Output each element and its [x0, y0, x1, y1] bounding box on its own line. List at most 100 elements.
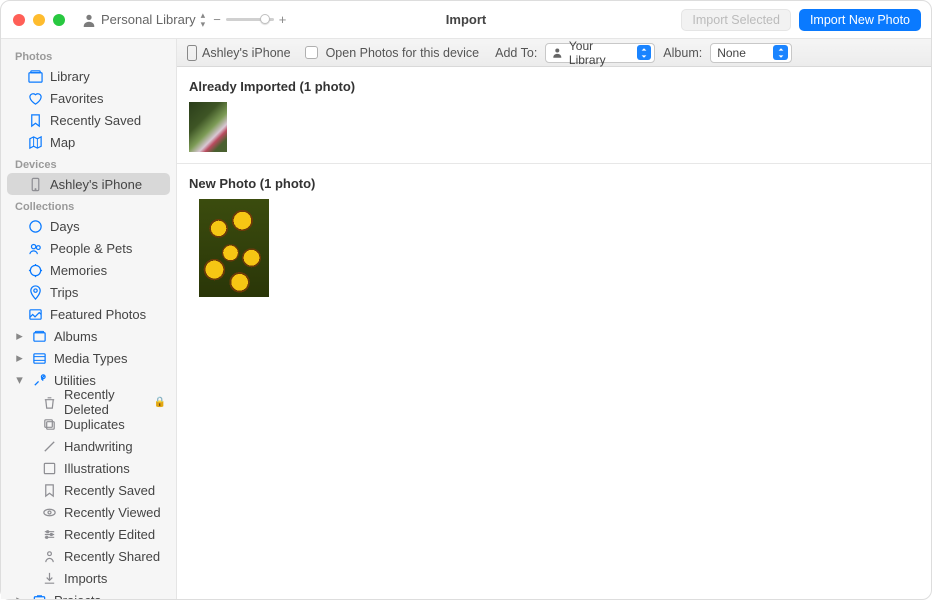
add-to-value: Your Library — [569, 39, 631, 67]
sidebar-item-favorites[interactable]: Favorites — [7, 87, 170, 109]
sidebar-item-label: Albums — [54, 329, 97, 344]
sidebar-item-media-types[interactable]: ▸ Media Types — [7, 347, 170, 369]
minimize-window-button[interactable] — [33, 14, 45, 26]
library-chooser-label: Personal Library — [101, 12, 196, 27]
sidebar-item-label: Days — [50, 219, 80, 234]
sidebar-item-recently-edited[interactable]: Recently Edited — [7, 523, 170, 545]
projects-icon — [31, 592, 47, 599]
sidebar-item-label: Featured Photos — [50, 307, 146, 322]
handwriting-icon — [41, 438, 57, 454]
sidebar-item-trips[interactable]: Trips — [7, 281, 170, 303]
people-icon — [27, 240, 43, 256]
sidebar-item-label: Recently Saved — [64, 483, 155, 498]
sidebar-item-label: Recently Viewed — [64, 505, 161, 520]
sidebar-item-featured-photos[interactable]: Featured Photos — [7, 303, 170, 325]
sidebar-item-label: Library — [50, 69, 90, 84]
zoom-in-label: + — [279, 12, 287, 27]
sidebar-item-label: Handwriting — [64, 439, 133, 454]
already-imported-thumbs — [177, 102, 931, 155]
sidebar-item-label: Ashley's iPhone — [50, 177, 142, 192]
media-types-icon — [31, 350, 47, 366]
slider-track[interactable] — [226, 18, 274, 21]
album-label: Album: — [663, 46, 702, 60]
heart-icon — [27, 90, 43, 106]
person-icon — [82, 13, 96, 27]
title-bar: Personal Library ▴▾ − + Import Import Se… — [1, 1, 931, 39]
sidebar-item-label: Recently Shared — [64, 549, 160, 564]
album-popup[interactable]: None — [710, 43, 792, 63]
sidebar-item-recently-shared[interactable]: Recently Shared — [7, 545, 170, 567]
sidebar-item-label: Utilities — [54, 373, 96, 388]
sidebar-item-library[interactable]: Library — [7, 65, 170, 87]
popup-expand-icon — [637, 45, 651, 60]
sidebar-item-projects[interactable]: ▸ Projects — [7, 589, 170, 599]
sidebar-item-days[interactable]: Days — [7, 215, 170, 237]
new-photo-thumbs — [177, 199, 931, 300]
phone-icon — [187, 45, 197, 61]
bookmark-icon — [41, 482, 57, 498]
add-to-popup[interactable]: Your Library — [545, 43, 655, 63]
photo-thumbnail[interactable] — [199, 199, 269, 297]
chevron-right-icon[interactable]: ▸ — [15, 354, 24, 363]
shared-icon — [41, 548, 57, 564]
sidebar-item-albums[interactable]: ▸ Albums — [7, 325, 170, 347]
sidebar-item-label: People & Pets — [50, 241, 132, 256]
sidebar-item-label: Recently Deleted — [64, 387, 147, 417]
sidebar-header-photos: Photos — [1, 45, 176, 65]
new-photo-header: New Photo (1 photo) — [177, 164, 931, 199]
sidebar-item-label: Recently Edited — [64, 527, 155, 542]
sliders-icon — [41, 526, 57, 542]
calendar-icon — [27, 218, 43, 234]
sidebar-item-device-iphone[interactable]: Ashley's iPhone — [7, 173, 170, 195]
trash-icon — [41, 394, 57, 410]
photo-thumbnail[interactable] — [189, 102, 227, 152]
imports-icon — [41, 570, 57, 586]
add-to-label: Add To: — [495, 46, 537, 60]
slider-thumb[interactable] — [260, 14, 270, 24]
open-photos-checkbox[interactable] — [305, 46, 318, 59]
import-content: Already Imported (1 photo) New Photo (1 … — [177, 67, 931, 599]
sidebar-item-recently-saved[interactable]: Recently Saved — [7, 109, 170, 131]
sidebar-item-label: Projects — [54, 593, 101, 600]
sidebar-item-label: Map — [50, 135, 75, 150]
sidebar-item-recently-viewed[interactable]: Recently Viewed — [7, 501, 170, 523]
utilities-icon — [31, 372, 47, 388]
sidebar-item-recently-deleted[interactable]: Recently Deleted 🔒 — [7, 391, 170, 413]
window-title: Import — [446, 12, 486, 27]
sidebar-item-handwriting[interactable]: Handwriting — [7, 435, 170, 457]
person-icon — [552, 47, 563, 58]
sidebar-header-devices: Devices — [1, 153, 176, 173]
sidebar-item-label: Duplicates — [64, 417, 125, 432]
chevron-right-icon[interactable]: ▸ — [15, 332, 24, 341]
sidebar-item-people-pets[interactable]: People & Pets — [7, 237, 170, 259]
library-icon — [27, 68, 43, 84]
sidebar-item-imports[interactable]: Imports — [7, 567, 170, 589]
duplicates-icon — [41, 416, 57, 432]
open-photos-label: Open Photos for this device — [326, 46, 480, 60]
bookmark-icon — [27, 112, 43, 128]
toolbar-right: Import Selected Import New Photo — [681, 9, 921, 31]
zoom-slider[interactable]: − + — [213, 12, 286, 27]
album-value: None — [717, 46, 746, 60]
close-window-button[interactable] — [13, 14, 25, 26]
sidebar-item-label: Memories — [50, 263, 107, 278]
sidebar-item-label: Media Types — [54, 351, 127, 366]
sidebar: Photos Library Favorites Recently Saved … — [1, 39, 177, 599]
location-icon — [27, 284, 43, 300]
sidebar-item-recently-saved-util[interactable]: Recently Saved — [7, 479, 170, 501]
phone-icon — [27, 176, 43, 192]
sidebar-item-illustrations[interactable]: Illustrations — [7, 457, 170, 479]
chevron-right-icon[interactable]: ▸ — [15, 596, 24, 600]
chevron-down-icon[interactable]: ▾ — [15, 376, 24, 385]
import-options-toolbar: Ashley's iPhone Open Photos for this dev… — [177, 39, 931, 67]
sidebar-item-label: Illustrations — [64, 461, 130, 476]
sidebar-item-memories[interactable]: Memories — [7, 259, 170, 281]
import-new-photo-button[interactable]: Import New Photo — [799, 9, 921, 31]
map-icon — [27, 134, 43, 150]
sidebar-item-map[interactable]: Map — [7, 131, 170, 153]
memories-icon — [27, 262, 43, 278]
sidebar-item-label: Trips — [50, 285, 78, 300]
library-chooser[interactable]: Personal Library ▴▾ — [82, 11, 205, 29]
already-imported-header: Already Imported (1 photo) — [177, 67, 931, 102]
fullscreen-window-button[interactable] — [53, 14, 65, 26]
